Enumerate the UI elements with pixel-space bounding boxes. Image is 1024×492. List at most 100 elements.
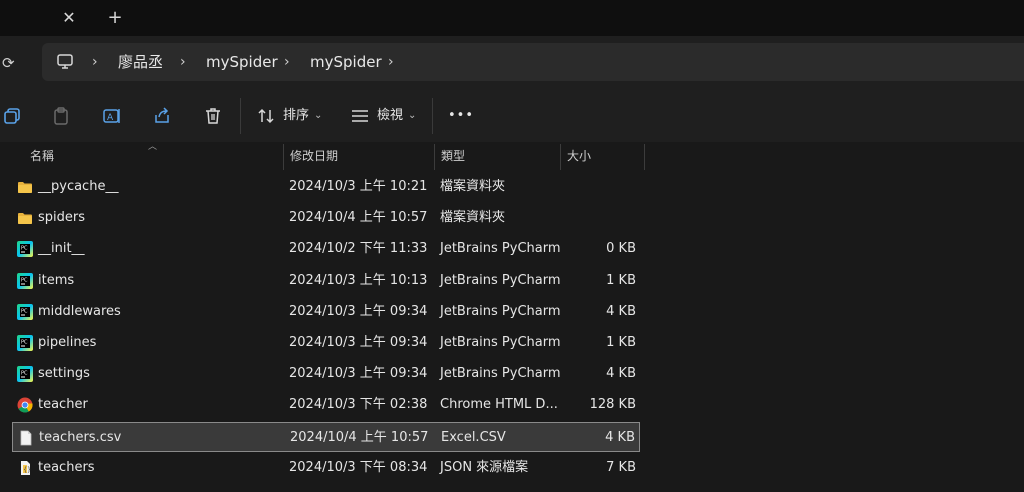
svg-text:A: A (107, 113, 114, 123)
file-row[interactable]: PC middlewares 2024/10/3 上午 09:34 JetBrains… (12, 297, 640, 327)
file-name: teacher (38, 397, 88, 413)
rename-icon[interactable]: A (102, 106, 122, 126)
breadcrumb-chevron-icon[interactable]: › (180, 43, 186, 81)
svg-text:{}: {} (23, 466, 31, 473)
computer-icon[interactable] (56, 53, 74, 71)
file-name: __pycache__ (38, 179, 119, 194)
command-bar: A 排序 ⌄ 檢視 ⌄ ••• (0, 90, 1024, 142)
sort-button[interactable]: 排序 ⌄ (250, 90, 330, 142)
file-row[interactable]: spiders 2024/10/4 上午 10:57 檔案資料夾 (12, 203, 640, 233)
file-type: Chrome HTML D... (440, 397, 558, 413)
toolbar-divider (432, 98, 433, 134)
column-divider[interactable] (644, 144, 645, 170)
file-type: 檔案資料夾 (440, 179, 506, 194)
column-divider[interactable] (560, 144, 561, 170)
file-type: Excel.CSV (441, 429, 506, 445)
column-divider[interactable] (283, 144, 284, 170)
pycharm-icon: PC (17, 335, 33, 351)
file-size: 1 KB (606, 335, 636, 350)
share-icon[interactable] (152, 106, 172, 126)
file-row[interactable]: PC settings 2024/10/3 上午 09:34 JetBrains Py… (12, 359, 640, 389)
file-type: JetBrains PyCharm (440, 241, 561, 257)
file-row[interactable]: {} teachers 2024/10/3 下午 08:34 JSON 來源檔案 7 K… (12, 453, 640, 483)
more-options-icon[interactable]: ••• (448, 90, 474, 142)
file-size: 1 KB (606, 272, 636, 288)
svg-text:PC: PC (21, 371, 28, 377)
sort-label: 排序 (283, 108, 310, 123)
view-button[interactable]: 檢視 ⌄ (344, 90, 424, 142)
file-row[interactable]: teachers.csv 2024/10/4 上午 10:57 Excel.CSV 4… (12, 421, 640, 452)
breadcrumb-user[interactable]: 廖品丞 (118, 43, 163, 81)
file-type: JetBrains PyCharm (440, 335, 561, 350)
file-name: middlewares (38, 303, 121, 319)
file-modified: 2024/10/3 上午 10:13 (289, 272, 428, 288)
file-type: JetBrains PyCharm (440, 366, 561, 382)
view-label: 檢視 (377, 108, 404, 123)
sort-ascending-icon: ︿ (148, 142, 158, 152)
folder-icon (17, 210, 33, 226)
close-tab-button[interactable]: ✕ (58, 7, 80, 29)
chrome-icon (17, 397, 33, 413)
breadcrumb-myspider-parent[interactable]: mySpider (206, 43, 278, 81)
svg-text:PC: PC (21, 308, 28, 314)
tab-bar: ✕ + (0, 0, 1024, 36)
file-name: teachers (38, 459, 95, 475)
paste-icon[interactable] (51, 106, 71, 126)
file-size: 128 KB (589, 397, 636, 413)
file-modified: 2024/10/3 上午 09:34 (289, 366, 428, 382)
pycharm-icon: PC (17, 241, 33, 258)
file-modified: 2024/10/3 上午 09:34 (289, 335, 428, 350)
refresh-icon[interactable]: ⟳ (2, 53, 20, 73)
file-modified: 2024/10/4 上午 10:57 (289, 210, 428, 226)
breadcrumb-chevron-icon[interactable]: › (92, 43, 98, 81)
file-modified: 2024/10/4 上午 10:57 (290, 429, 429, 445)
copy-icon[interactable] (2, 106, 22, 126)
file-modified: 2024/10/2 下午 11:33 (289, 241, 428, 257)
file-type: JetBrains PyCharm (440, 272, 561, 288)
file-modified: 2024/10/3 上午 10:21 (289, 179, 428, 194)
file-size: 7 KB (606, 459, 636, 475)
delete-icon[interactable] (203, 106, 223, 126)
breadcrumb-chevron-icon[interactable]: › (284, 43, 290, 81)
toolbar-divider (240, 98, 241, 134)
svg-text:PC: PC (21, 246, 28, 252)
column-header-row: ︿ 名稱 修改日期 類型 大小 (0, 142, 1024, 170)
column-header-type[interactable]: 類型 (441, 142, 465, 170)
file-size: 4 KB (605, 429, 635, 445)
column-header-modified[interactable]: 修改日期 (290, 142, 338, 170)
column-header-name[interactable]: 名稱 (30, 142, 54, 170)
file-name: spiders (38, 210, 86, 226)
pycharm-icon: PC (17, 366, 33, 383)
json-icon: {} (17, 460, 33, 476)
file-row[interactable]: teacher 2024/10/3 下午 02:38 Chrome HTML D..… (12, 390, 640, 420)
column-divider[interactable] (434, 144, 435, 170)
file-row[interactable]: PC items 2024/10/3 上午 10:13 JetBrains PyCha… (12, 266, 640, 296)
file-size: 4 KB (606, 366, 636, 382)
file-row[interactable]: PC pipelines 2024/10/3 上午 09:34 JetBrains P… (12, 328, 640, 358)
file-type: JSON 來源檔案 (440, 459, 529, 475)
file-row[interactable]: __pycache__ 2024/10/3 上午 10:21 檔案資料夾 (12, 172, 640, 202)
new-tab-button[interactable]: + (104, 7, 126, 29)
sort-icon (258, 108, 274, 124)
file-row[interactable]: PC __init__ 2024/10/2 下午 11:33 JetBrains Py… (12, 234, 640, 264)
svg-text:PC: PC (21, 277, 28, 283)
folder-icon (17, 179, 33, 195)
breadcrumb-chevron-icon[interactable]: › (388, 43, 394, 81)
file-name: items (38, 272, 75, 288)
address-bar[interactable]: › 廖品丞 › mySpider › mySpider › (42, 43, 1024, 81)
column-header-size[interactable]: 大小 (567, 142, 591, 170)
file-name: teachers.csv (39, 429, 122, 445)
breadcrumb-myspider-current[interactable]: mySpider (310, 43, 382, 81)
svg-text:PC: PC (21, 340, 28, 346)
file-icon (18, 430, 34, 446)
address-row: ⟳ › 廖品丞 › mySpider › mySpider › (0, 36, 1024, 90)
file-size: 0 KB (606, 241, 636, 257)
file-modified: 2024/10/3 下午 08:34 (289, 459, 428, 475)
pycharm-icon: PC (17, 272, 33, 289)
file-type: JetBrains PyCharm (440, 303, 561, 319)
file-modified: 2024/10/3 下午 02:38 (289, 397, 428, 413)
file-name: settings (38, 366, 90, 382)
file-name: __init__ (38, 241, 85, 257)
file-modified: 2024/10/3 上午 09:34 (289, 303, 428, 319)
chevron-down-icon: ⌄ (314, 110, 323, 121)
